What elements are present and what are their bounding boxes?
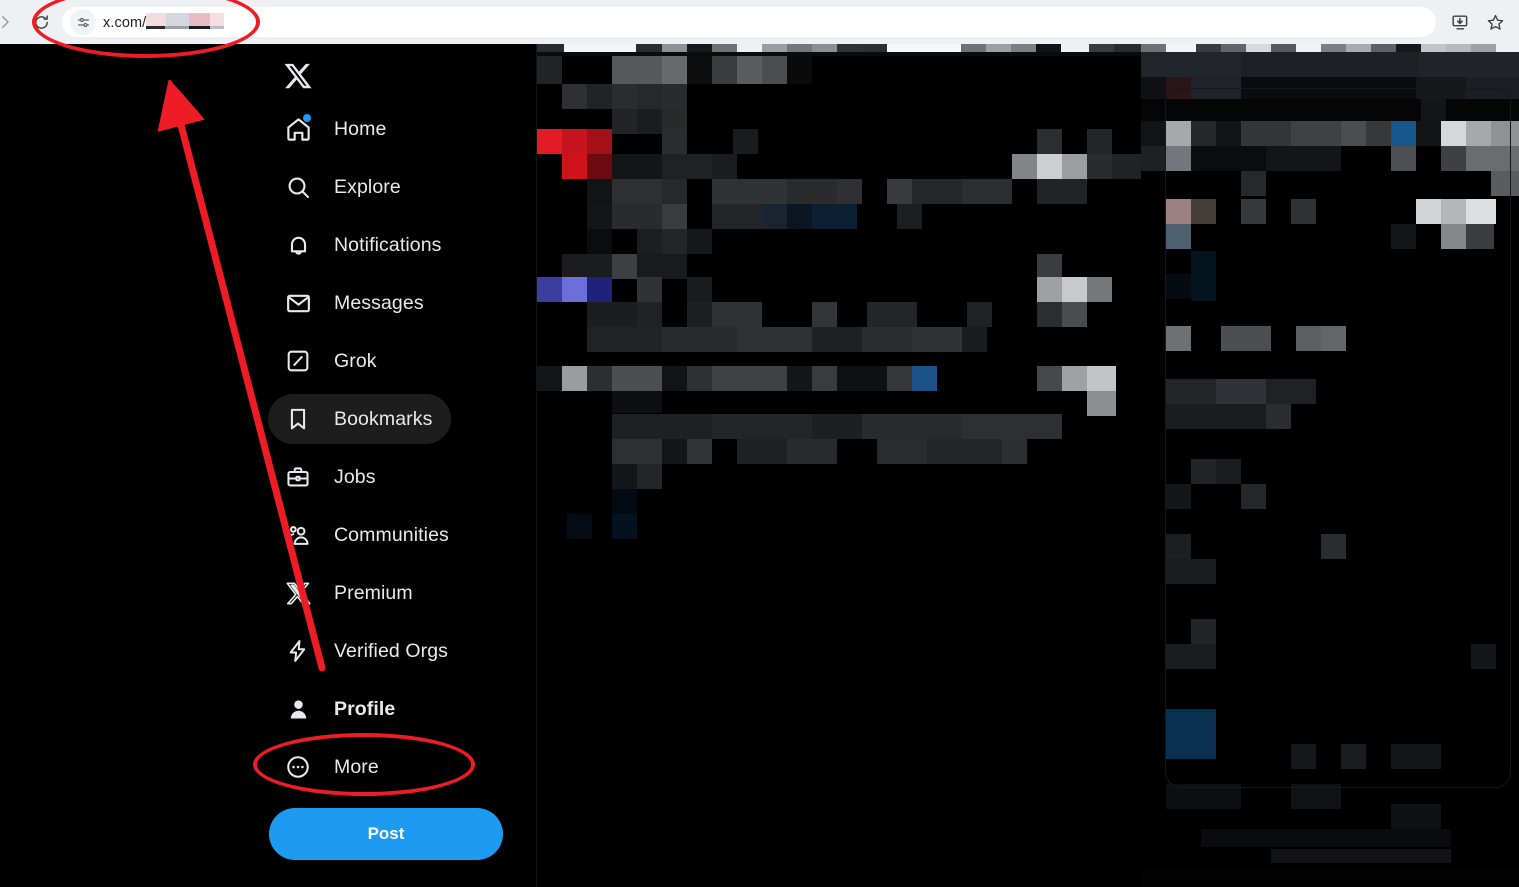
envelope-icon	[276, 281, 320, 325]
sidebar-item-explore[interactable]: Explore	[268, 162, 420, 212]
post-button[interactable]: Post	[269, 808, 503, 860]
x-logo[interactable]	[272, 50, 324, 102]
primary-sidebar: Home Explore Notifications Messages Grok…	[268, 44, 537, 887]
browser-chrome: x.com/	[0, 0, 1519, 44]
sidebar-item-verified-orgs[interactable]: Verified Orgs	[268, 626, 467, 676]
sidebar-item-label: Verified Orgs	[334, 639, 449, 662]
home-unread-badge	[303, 114, 311, 122]
sidebar-item-communities[interactable]: Communities	[268, 510, 468, 560]
right-panel-footer-censored	[1141, 869, 1519, 887]
sidebar-item-messages[interactable]: Messages	[268, 278, 443, 328]
install-app-icon[interactable]	[1450, 13, 1469, 32]
address-bar[interactable]: x.com/	[62, 7, 1436, 37]
forward-arrow-icon[interactable]	[0, 5, 16, 39]
sidebar-item-bookmarks[interactable]: Bookmarks	[268, 394, 452, 444]
sidebar-item-label: Premium	[334, 581, 413, 604]
sidebar-item-label: Explore	[334, 175, 401, 198]
browser-nav-buttons	[0, 5, 58, 39]
more-circle-icon	[276, 745, 320, 789]
sidebar-item-home[interactable]: Home	[268, 104, 405, 154]
sidebar-nav-list: Home Explore Notifications Messages Grok…	[268, 104, 537, 792]
sidebar-item-label: Home	[334, 117, 387, 140]
sidebar-item-label: Communities	[334, 523, 449, 546]
communities-icon	[276, 513, 320, 557]
url-prefix: x.com/	[103, 15, 147, 31]
briefcase-icon	[276, 455, 320, 499]
sidebar-item-grok[interactable]: Grok	[268, 336, 396, 386]
screenshot-root: x.com/ Home Explore Notifications Messag…	[0, 0, 1519, 887]
sidebar-item-label: Jobs	[334, 465, 376, 488]
post-button-label: Post	[367, 824, 405, 843]
sidebar-item-jobs[interactable]: Jobs	[268, 452, 395, 502]
sidebar-item-label: Grok	[334, 349, 377, 372]
bookmark-icon	[276, 397, 320, 441]
sidebar-item-profile[interactable]: Profile	[268, 684, 414, 734]
right-panel-column[interactable]	[1141, 44, 1519, 887]
url-redacted-username	[146, 13, 225, 30]
sidebar-item-label: Notifications	[334, 233, 442, 256]
timeline-column[interactable]	[537, 44, 1141, 887]
sidebar-item-more[interactable]: More	[268, 742, 398, 792]
home-icon	[276, 107, 320, 151]
sidebar-item-label: Messages	[334, 291, 424, 314]
person-icon	[276, 687, 320, 731]
bookmark-star-icon[interactable]	[1486, 13, 1505, 32]
sidebar-item-premium[interactable]: Premium	[268, 568, 432, 618]
chrome-right-icons	[1450, 0, 1505, 44]
bell-icon	[276, 223, 320, 267]
site-settings-icon[interactable]	[70, 9, 96, 35]
sidebar-item-label: Bookmarks	[334, 407, 433, 430]
url-text: x.com/	[103, 13, 225, 31]
right-panel-outline	[1165, 88, 1511, 788]
search-icon	[276, 165, 320, 209]
lightning-bolt-icon	[276, 629, 320, 673]
reload-icon[interactable]	[24, 5, 58, 39]
grok-icon	[276, 339, 320, 383]
sidebar-item-label: More	[334, 755, 379, 778]
x-app: Home Explore Notifications Messages Grok…	[0, 44, 1519, 887]
sidebar-item-notifications[interactable]: Notifications	[268, 220, 461, 270]
sidebar-item-label: Profile	[334, 697, 396, 720]
x-premium-icon	[276, 571, 320, 615]
